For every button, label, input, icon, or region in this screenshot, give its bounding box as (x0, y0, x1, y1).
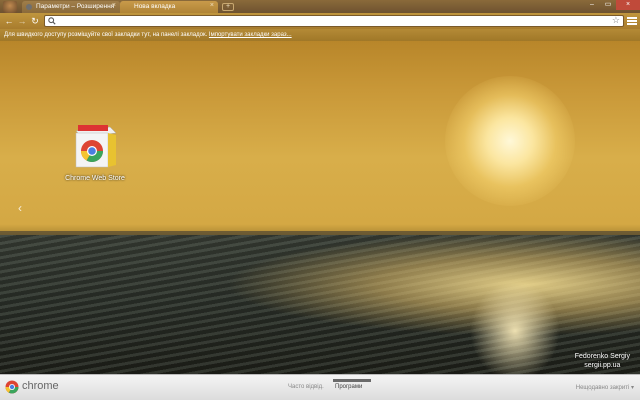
wallpaper-credit: Fedorenko Sergiy sergii.pp.ua (575, 352, 630, 370)
app-chrome-web-store[interactable]: Chrome Web Store (62, 123, 128, 182)
tab-most-visited[interactable]: Часто відвід. (288, 384, 324, 390)
close-window-icon[interactable]: × (616, 0, 640, 10)
background-reflection (470, 281, 560, 374)
active-tab-indicator (333, 379, 371, 382)
chevron-left-icon[interactable]: ‹ (18, 201, 22, 215)
minimize-icon[interactable]: – (584, 0, 600, 10)
bookmarks-bar: Для швидкого доступу розміщуйте свої зак… (0, 29, 640, 41)
credit-author: Fedorenko Sergiy (574, 353, 630, 360)
tab-apps[interactable]: Програми (335, 384, 362, 390)
tab-strip: Параметри – Розширення × Нова вкладка × … (0, 0, 640, 13)
recently-closed-menu[interactable]: Нещодавно закриті ▾ (576, 384, 634, 391)
chrome-brand: chrome (22, 380, 59, 392)
close-icon[interactable]: × (112, 2, 116, 9)
tab-new-tab[interactable]: Нова вкладка × (120, 1, 218, 13)
import-bookmarks-link[interactable]: Імпортувати закладки зараз... (209, 32, 292, 38)
omnibox[interactable]: ☆ (44, 15, 624, 27)
forward-arrow-icon[interactable]: → (16, 15, 28, 27)
maximize-icon[interactable]: ▭ (600, 0, 616, 10)
recently-closed-label: Нещодавно закриті (575, 385, 630, 391)
tab-settings-extensions[interactable]: Параметри – Розширення × (22, 1, 120, 13)
chrome-logo-icon (5, 380, 19, 394)
tab-label: Нова вкладка (134, 3, 176, 10)
gear-icon (26, 4, 32, 10)
bookmarks-message: Для швидкого доступу розміщуйте свої зак… (4, 32, 208, 38)
back-arrow-icon[interactable]: ← (3, 15, 15, 27)
background-sun (445, 76, 575, 206)
toolbar: ← → ↻ ☆ (0, 13, 640, 29)
credit-site: sergii.pp.ua (584, 362, 621, 369)
address-input[interactable] (59, 16, 599, 26)
tab-label: Параметри – Розширення (36, 3, 115, 10)
new-tab-button[interactable]: + (222, 3, 234, 11)
app-label: Chrome Web Store (65, 175, 125, 182)
close-icon[interactable]: × (210, 2, 214, 9)
menu-icon[interactable] (627, 16, 637, 26)
search-icon (48, 17, 56, 25)
ntp-footer: chrome Часто відвід. Програми Нещодавно … (0, 374, 640, 400)
chrome-web-store-icon (72, 123, 118, 171)
window-controls: – ▭ × (584, 0, 640, 10)
star-icon[interactable]: ☆ (612, 15, 620, 26)
profile-avatar[interactable] (3, 1, 17, 13)
reload-icon[interactable]: ↻ (29, 15, 41, 27)
new-tab-page: Chrome Web Store ‹ Fedorenko Sergiy serg… (0, 41, 640, 374)
